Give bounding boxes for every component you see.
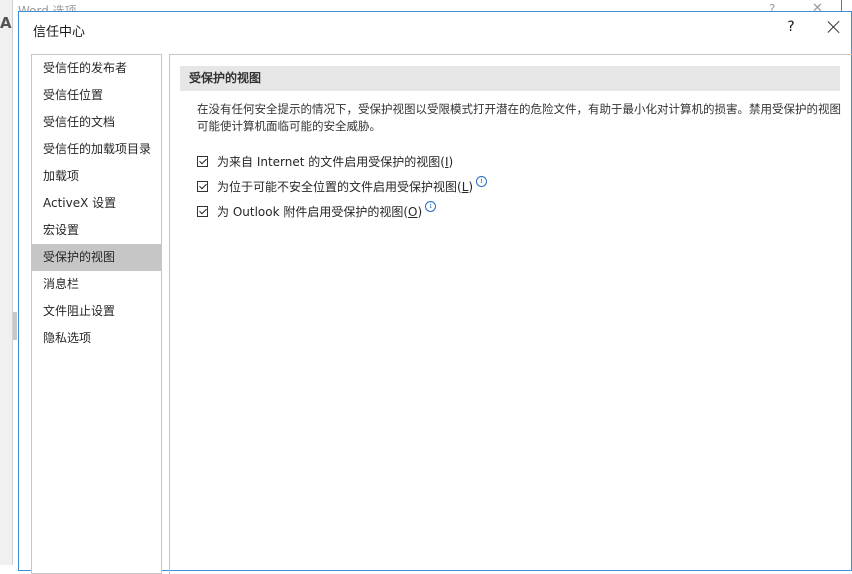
parent-dialog-edge-letter: A (0, 14, 12, 32)
nav-item[interactable]: 文件阻止设置 (32, 298, 161, 325)
section-title: 受保护的视图 (180, 66, 840, 91)
settings-panel: 受保护的视图 在没有任何安全提示的情况下，受保护视图以受限模式打开潜在的危险文件… (169, 54, 852, 574)
trust-center-dialog: 信任中心 ? 受信任的发布者 受信任位置 受信任的文档 受信任的加载项目录 加载项 Act… (18, 11, 852, 574)
info-icon[interactable]: i (476, 175, 488, 187)
nav-item[interactable]: ActiveX 设置 (32, 190, 161, 217)
option-row-internet[interactable]: 为来自 Internet 的文件启用受保护的视图(I) (197, 152, 453, 170)
nav-item[interactable]: 受信任的加载项目录 (32, 136, 161, 163)
nav-item[interactable]: 隐私选项 (32, 325, 161, 352)
option-label-internet[interactable]: 为来自 Internet 的文件启用受保护的视图(I) (217, 153, 453, 170)
parent-dialog-left-edge (0, 0, 13, 565)
section-description: 在没有任何安全提示的情况下，受保护视图以受限模式打开潜在的危险文件，有助于最小化… (197, 102, 841, 133)
option-row-unsafe-location[interactable]: 为位于可能不安全位置的文件启用受保护视图(L) i (197, 175, 488, 195)
trust-center-nav: 受信任的发布者 受信任位置 受信任的文档 受信任的加载项目录 加载项 ActiveX 设置… (31, 54, 162, 574)
checkbox-outlook-attachments[interactable] (197, 205, 208, 217)
nav-item[interactable]: 受信任的文档 (32, 109, 161, 136)
nav-item[interactable]: 受保护的视图 (32, 244, 161, 271)
info-icon[interactable]: i (425, 200, 437, 212)
option-label-outlook-attachments[interactable]: 为 Outlook 附件启用受保护的视图(O) (217, 203, 422, 220)
nav-item[interactable]: 消息栏 (32, 271, 161, 298)
nav-item[interactable]: 受信任位置 (32, 82, 161, 109)
option-label-unsafe-location[interactable]: 为位于可能不安全位置的文件启用受保护视图(L) (217, 178, 473, 195)
option-row-outlook[interactable]: 为 Outlook 附件启用受保护的视图(O) i (197, 200, 437, 220)
dialog-title: 信任中心 (33, 25, 86, 40)
checkbox-internet[interactable] (197, 155, 208, 167)
checkbox-unsafe-location[interactable] (197, 180, 208, 192)
nav-item[interactable]: 受信任的发布者 (32, 55, 161, 82)
nav-item[interactable]: 宏设置 (32, 217, 161, 244)
close-icon[interactable] (825, 18, 843, 36)
help-button[interactable]: ? (783, 19, 799, 35)
nav-item[interactable]: 加载项 (32, 163, 161, 190)
parent-dialog-nav-highlight (13, 312, 17, 340)
